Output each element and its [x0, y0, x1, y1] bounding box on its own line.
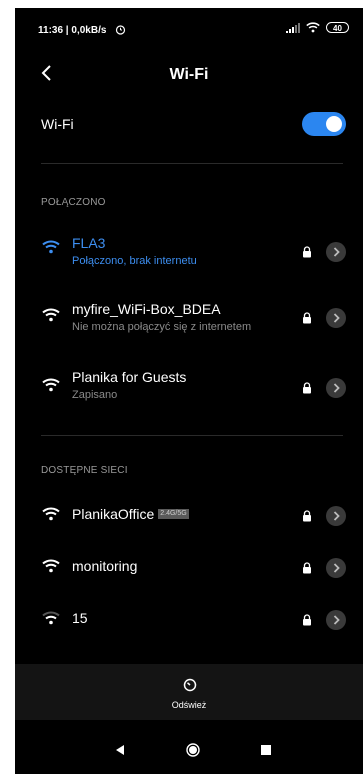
- network-details-button[interactable]: [326, 378, 346, 398]
- network-row-monitoring[interactable]: monitoring: [15, 546, 363, 596]
- signal-icon: [286, 22, 300, 33]
- wifi-signal-icon: [42, 240, 60, 254]
- network-row-15[interactable]: 15: [15, 598, 363, 648]
- chevron-right-icon: [333, 383, 340, 393]
- toggle-knob: [326, 116, 342, 132]
- lock-icon: [303, 614, 311, 626]
- lock-icon: [303, 312, 311, 324]
- network-details-button[interactable]: [326, 308, 346, 328]
- network-name: Planika for Guests: [72, 369, 187, 385]
- network-status: Połączono, brak internetu: [72, 255, 197, 267]
- network-status: Nie można połączyć się z internetem: [72, 321, 252, 333]
- network-name: monitoring: [72, 558, 138, 574]
- navigation-bar: [15, 730, 363, 774]
- status-bar: 11:36 | 0,0kB/s 40: [15, 8, 363, 40]
- wifi-toggle-row[interactable]: Wi-Fi: [15, 104, 363, 148]
- network-row-fla3[interactable]: FLA3 Połączono, brak internetu: [15, 228, 363, 278]
- header: Wi-Fi: [15, 54, 363, 94]
- band-badge: 2.4G/5G: [158, 509, 189, 520]
- lock-icon: [303, 382, 311, 394]
- network-name: myfire_WiFi-Box_BDEA: [72, 301, 221, 317]
- network-name: PlanikaOffice 2.4G/5G: [72, 506, 189, 522]
- network-name-text: PlanikaOffice: [72, 506, 155, 522]
- wifi-status-icon: [306, 22, 320, 33]
- network-details-button[interactable]: [326, 506, 346, 526]
- home-nav-icon[interactable]: [186, 743, 200, 757]
- back-nav-icon[interactable]: [114, 744, 126, 756]
- network-row-myfire[interactable]: myfire_WiFi-Box_BDEA Nie można połączyć …: [15, 296, 363, 346]
- refresh-icon: [183, 678, 197, 692]
- wifi-signal-icon: [42, 559, 60, 573]
- wifi-signal-icon: [42, 378, 60, 392]
- network-details-button[interactable]: [326, 242, 346, 262]
- wifi-weak-signal-icon: [42, 611, 60, 625]
- network-details-button[interactable]: [326, 558, 346, 578]
- divider: [41, 163, 343, 164]
- status-time: 11:36 | 0,0kB/s: [38, 25, 107, 36]
- chevron-right-icon: [333, 563, 340, 573]
- network-row-planikaoffice[interactable]: PlanikaOffice 2.4G/5G: [15, 494, 363, 544]
- network-name: 15: [72, 610, 88, 626]
- refresh-button[interactable]: Odśwież: [15, 664, 363, 720]
- recents-nav-icon[interactable]: [261, 745, 271, 755]
- page-title: Wi-Fi: [169, 66, 209, 83]
- network-status: Zapisano: [72, 389, 118, 401]
- wifi-signal-icon: [42, 507, 60, 521]
- refresh-label: Odśwież: [171, 700, 207, 710]
- battery-indicator: 40: [326, 22, 349, 33]
- section-header-available: DOSTĘPNE SIECI: [41, 465, 128, 476]
- lock-icon: [303, 510, 311, 522]
- network-details-button[interactable]: [326, 610, 346, 630]
- divider: [41, 435, 343, 436]
- chevron-right-icon: [333, 511, 340, 521]
- network-row-planika-guests[interactable]: Planika for Guests Zapisano: [15, 364, 363, 414]
- wifi-toggle-switch[interactable]: [302, 112, 346, 136]
- wifi-toggle-label: Wi-Fi: [41, 116, 74, 132]
- alarm-icon: [115, 25, 126, 35]
- phone-screen: 11:36 | 0,0kB/s 40 Wi-Fi Wi-Fi POŁĄCZONO…: [15, 8, 363, 774]
- chevron-right-icon: [333, 247, 340, 257]
- network-name: FLA3: [72, 235, 106, 251]
- section-header-connected: POŁĄCZONO: [41, 197, 106, 208]
- lock-icon: [303, 562, 311, 574]
- chevron-right-icon: [333, 615, 340, 625]
- chevron-right-icon: [333, 313, 340, 323]
- lock-icon: [303, 246, 311, 258]
- wifi-signal-icon: [42, 308, 60, 322]
